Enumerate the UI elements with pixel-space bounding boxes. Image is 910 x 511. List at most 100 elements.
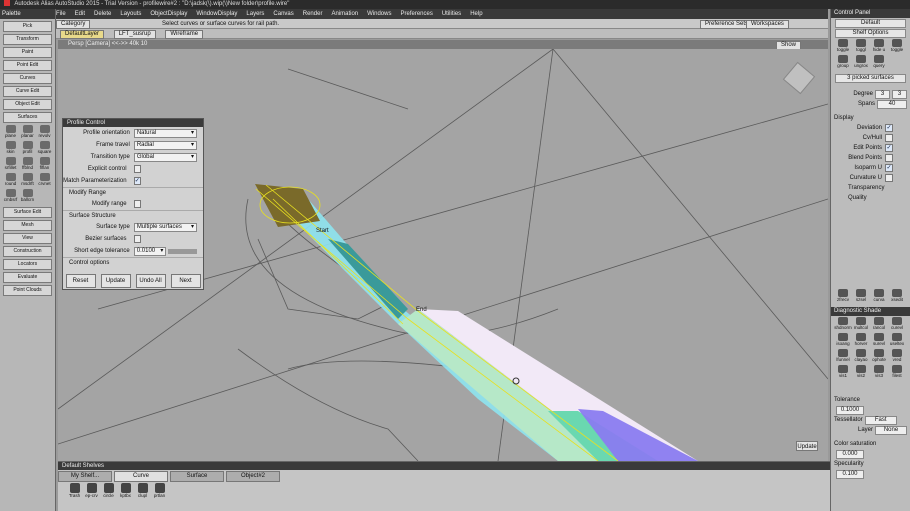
shelf-options[interactable]: Shelf Options bbox=[835, 29, 906, 38]
palette-surface-edit-button[interactable]: Surface Edit bbox=[3, 207, 52, 218]
shelf-tool-kptbx[interactable]: kptbx bbox=[117, 483, 134, 498]
shelf-tool-circle[interactable]: circle bbox=[100, 483, 117, 498]
shelf-tool-prtlan[interactable]: prtlan bbox=[151, 483, 168, 498]
deviation-checkbox[interactable]: ✓ bbox=[885, 124, 893, 132]
cp-tool-ungrox[interactable]: ungrox bbox=[852, 55, 870, 71]
palette-evaluate-button[interactable]: Evaluate bbox=[3, 272, 52, 283]
view-cube-icon[interactable] bbox=[782, 61, 816, 95]
cp-tool-useltex[interactable]: useltex bbox=[888, 333, 906, 349]
menu-canvas[interactable]: Canvas bbox=[273, 11, 293, 17]
cp-tool-multcol[interactable]: multcol bbox=[852, 317, 870, 333]
cp-tool-vis1[interactable]: vis1 bbox=[834, 365, 852, 381]
palette-transform-button[interactable]: Transform bbox=[3, 34, 52, 45]
cv-hull-checkbox[interactable] bbox=[885, 134, 893, 142]
menu-help[interactable]: Help bbox=[470, 11, 482, 17]
menu-preferences[interactable]: Preferences bbox=[400, 11, 432, 17]
viewport-update-button[interactable]: Update bbox=[796, 441, 818, 451]
cp-tool-ophote[interactable]: ophote bbox=[870, 349, 888, 365]
palette-point-edit-button[interactable]: Point Edit bbox=[3, 60, 52, 71]
cp-tool-vis2[interactable]: vis2 bbox=[852, 365, 870, 381]
surface-type-dropdown[interactable]: Multiple surfaces bbox=[133, 222, 197, 232]
blend-points-checkbox[interactable] bbox=[885, 154, 893, 162]
cp-tool-vred[interactable]: vred bbox=[888, 349, 906, 365]
edit-points-checkbox[interactable]: ✓ bbox=[885, 144, 893, 152]
cp-tool-xsedit[interactable]: xsedit bbox=[888, 289, 906, 305]
update-button[interactable]: Update bbox=[100, 274, 131, 288]
transition-type-dropdown[interactable]: Global bbox=[133, 152, 197, 162]
menu-layers[interactable]: Layers bbox=[246, 11, 264, 17]
menu-edit[interactable]: Edit bbox=[75, 11, 85, 17]
palette-mesh-button[interactable]: Mesh bbox=[3, 220, 52, 231]
tool-msdrft[interactable]: msdrft bbox=[19, 173, 36, 189]
shelf-tab-my-shelf[interactable]: My Shelf... bbox=[58, 471, 112, 482]
tool-crvnet[interactable]: crvnet bbox=[36, 173, 53, 189]
cp-tool-surevl[interactable]: surevl bbox=[870, 333, 888, 349]
palette-surfaces-button[interactable]: Surfaces bbox=[3, 112, 52, 123]
palette-curves-button[interactable]: Curves bbox=[3, 73, 52, 84]
cp-tool-horver[interactable]: horver bbox=[852, 333, 870, 349]
shelf-tab-surface[interactable]: Surface bbox=[170, 471, 224, 482]
degree-u[interactable]: 3 bbox=[875, 89, 890, 99]
tool-revolv[interactable]: revolv bbox=[36, 125, 53, 141]
layer-wireframe[interactable]: Wireframe bbox=[165, 30, 204, 39]
cp-tool-curevl[interactable]: curevl bbox=[888, 317, 906, 333]
layer-dropdown[interactable]: None bbox=[875, 425, 907, 435]
layer-lft[interactable]: LFT_susrup bbox=[113, 30, 156, 39]
color-saturation-value[interactable]: 0.000 bbox=[836, 449, 864, 459]
tool-ballcrn[interactable]: ballcrn bbox=[19, 189, 36, 205]
cp-tool-toggle[interactable]: toggle bbox=[888, 39, 906, 55]
control-options-section[interactable]: Control options bbox=[63, 257, 203, 268]
shelf-tool-trash[interactable]: Trash bbox=[66, 483, 83, 498]
palette-curve-edit-button[interactable]: Curve Edit bbox=[3, 86, 52, 97]
palette-view-button[interactable]: View bbox=[3, 233, 52, 244]
cp-tool-filest[interactable]: filest bbox=[888, 365, 906, 381]
cp-tool-curva[interactable]: curva bbox=[870, 289, 888, 305]
surface-structure-section[interactable]: Surface Structure bbox=[63, 210, 203, 221]
tool-plane[interactable]: plane bbox=[2, 125, 19, 141]
menu-animation[interactable]: Animation bbox=[331, 11, 358, 17]
menu-delete[interactable]: Delete bbox=[94, 11, 111, 17]
specularity-value[interactable]: 0.100 bbox=[836, 469, 864, 479]
cp-tool-group[interactable]: group bbox=[834, 55, 852, 71]
cp-tool-clayao[interactable]: clayao bbox=[852, 349, 870, 365]
menu-utilities[interactable]: Utilities bbox=[442, 11, 461, 17]
cp-tool-toggle[interactable]: toggle bbox=[834, 39, 852, 55]
menu-windows[interactable]: Windows bbox=[367, 11, 391, 17]
tool-round[interactable]: round bbox=[2, 173, 19, 189]
isoparm-u-checkbox[interactable]: ✓ bbox=[885, 164, 893, 172]
cp-tool-lfunnel[interactable]: lfunnel bbox=[834, 349, 852, 365]
palette-point-clouds-button[interactable]: Point Clouds bbox=[3, 285, 52, 296]
menu-layouts[interactable]: Layouts bbox=[120, 11, 141, 17]
bezier-checkbox[interactable] bbox=[133, 235, 141, 243]
cp-tool-vis3[interactable]: vis3 bbox=[870, 365, 888, 381]
tool-skin[interactable]: skin bbox=[2, 141, 19, 157]
tool-cmbsrf[interactable]: cmbsrf bbox=[2, 189, 19, 205]
degree-v[interactable]: 3 bbox=[892, 89, 907, 99]
reset-button[interactable]: Reset bbox=[65, 274, 96, 288]
short-edge-slider[interactable] bbox=[168, 248, 197, 254]
shelf-tool-ep-crv[interactable]: ep-crv bbox=[83, 483, 100, 498]
shelf-tab-object-2[interactable]: Object#2 bbox=[226, 471, 280, 482]
cp-tool-query[interactable]: query bbox=[870, 55, 888, 71]
profile-orientation-dropdown[interactable]: Natural bbox=[133, 128, 197, 138]
palette-locators-button[interactable]: Locators bbox=[3, 259, 52, 270]
tool-square[interactable]: square bbox=[36, 141, 53, 157]
tolerance-value[interactable]: 0.1000 bbox=[836, 405, 864, 415]
cp-tool-toggl[interactable]: toggl bbox=[852, 39, 870, 55]
menu-windowdisplay[interactable]: WindowDisplay bbox=[196, 11, 237, 17]
category-dropdown[interactable]: Category bbox=[56, 20, 91, 29]
display-section[interactable]: Display bbox=[834, 113, 854, 123]
layer-default[interactable]: DefaultLayer bbox=[60, 30, 105, 39]
tool-planar[interactable]: planar bbox=[19, 125, 36, 141]
modify-range-section[interactable]: Modify Range bbox=[63, 187, 203, 198]
explicit-control-checkbox[interactable] bbox=[133, 165, 141, 173]
quality-item[interactable]: Quality bbox=[848, 193, 867, 203]
cp-tool-isoang[interactable]: isoang bbox=[834, 333, 852, 349]
menu-file[interactable]: File bbox=[56, 11, 66, 17]
workspaces-button[interactable]: Workspaces bbox=[746, 20, 789, 29]
cp-tool-hide-u[interactable]: hide u bbox=[870, 39, 888, 55]
palette-object-edit-button[interactable]: Object Edit bbox=[3, 99, 52, 110]
match-param-checkbox[interactable]: ✓ bbox=[133, 177, 141, 185]
curvature-u-checkbox[interactable] bbox=[885, 174, 893, 182]
tool-ffblnd[interactable]: ffblnd bbox=[19, 157, 36, 173]
